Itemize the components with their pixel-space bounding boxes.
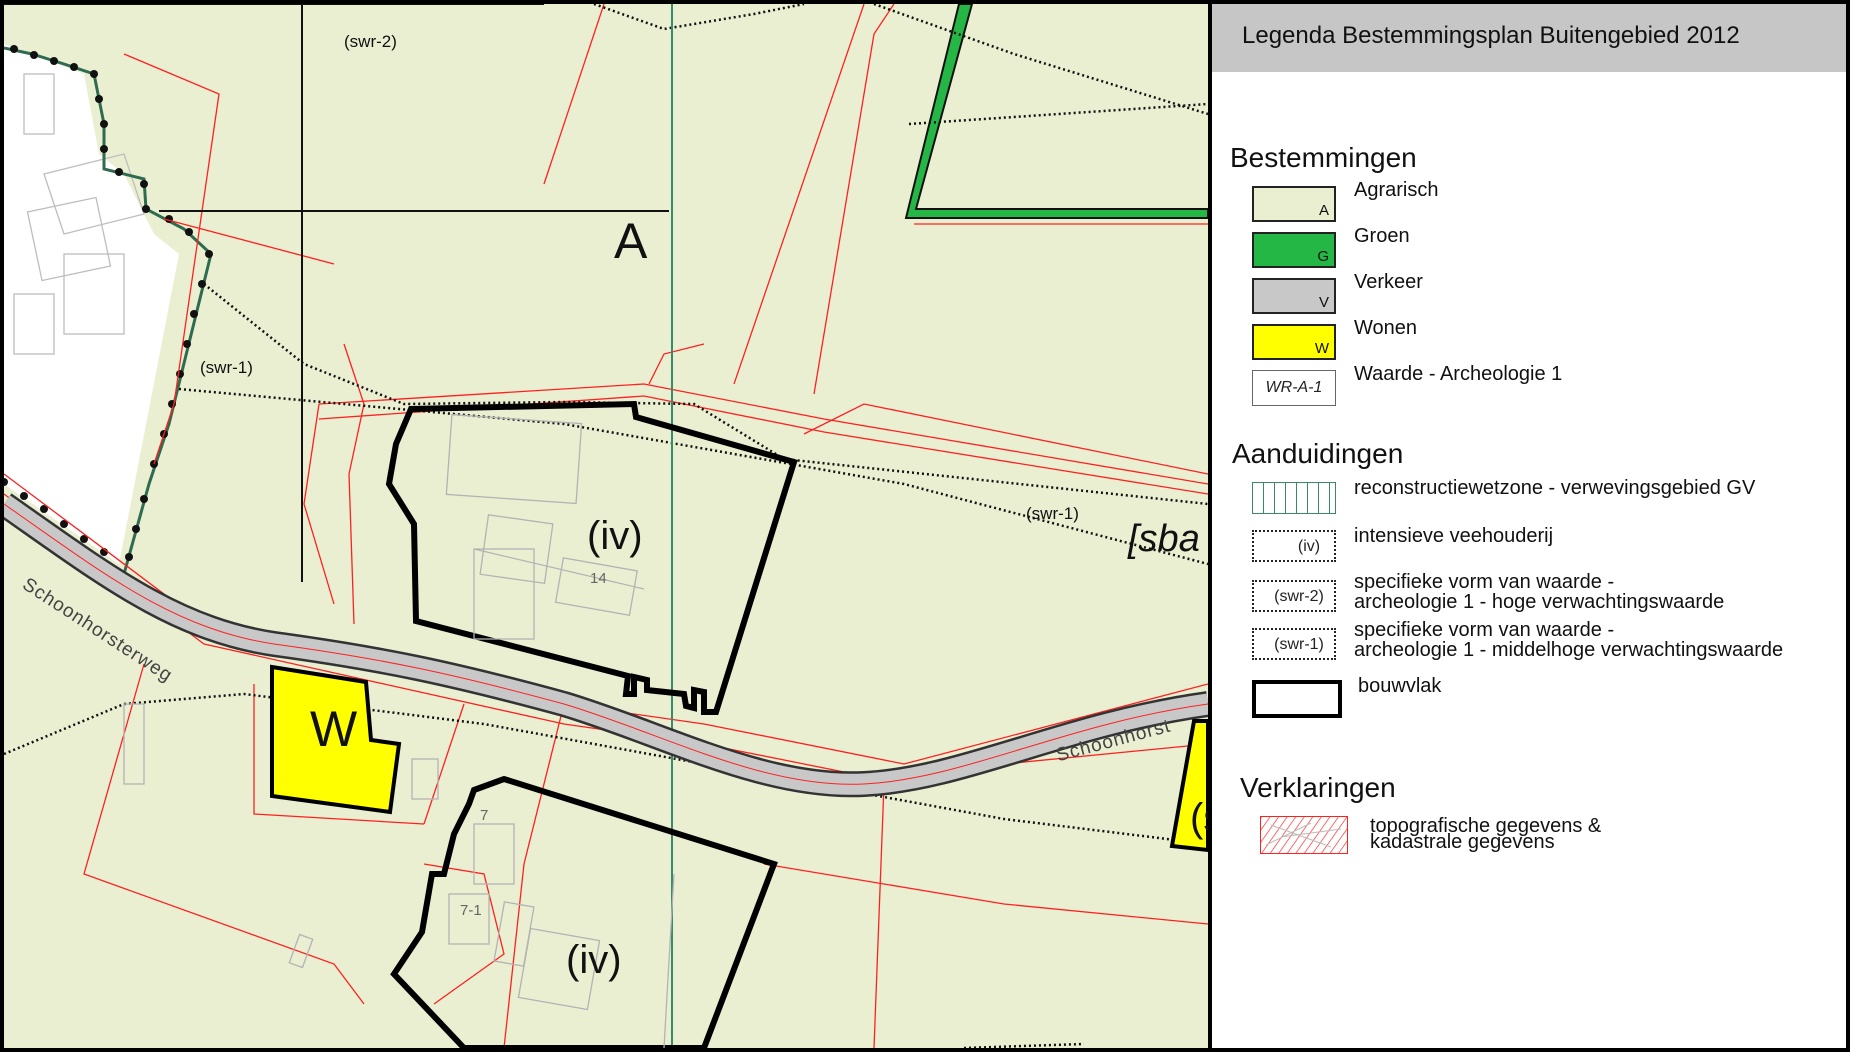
legend-label-groen: Groen <box>1354 225 1410 247</box>
legend-item-waarde-archeologie: WR-A-1 Waarde - Archeologie 1 <box>1232 364 1832 416</box>
legend-label-swr-2-line2: archeologie 1 - hoge verwachtingswaarde <box>1354 591 1725 613</box>
legend-item-swr-2: (swr-2) specifieke vorm van waarde - arc… <box>1232 572 1832 624</box>
legend-label-waarde-archeologie: Waarde - Archeologie 1 <box>1354 363 1563 385</box>
legend-item-agrarisch: A Agrarisch <box>1232 180 1832 232</box>
swatch-swr-1: (swr-1) <box>1252 628 1336 660</box>
legend-label-agrarisch: Agrarisch <box>1354 179 1439 201</box>
label-swr-2: (swr-2) <box>344 32 397 51</box>
legend-label-verklaringen-line2: kadastrale gegevens <box>1370 831 1555 853</box>
legend-title: Legenda Bestemmingsplan Buitengebied 201… <box>1242 22 1740 49</box>
legend-label-verkeer: Verkeer <box>1354 271 1423 293</box>
swatch-reconstructiewetzone <box>1252 482 1336 514</box>
legend-item-bouwvlak: bouwvlak <box>1232 676 1832 728</box>
label-house-7-1: 7-1 <box>460 902 482 919</box>
swatch-groen: G <box>1252 232 1336 268</box>
legend-label-reconstructiewetzone: reconstructiewetzone - verwevingsgebied … <box>1354 477 1756 499</box>
swatch-agrarisch: A <box>1252 186 1336 222</box>
label-sba: [sba <box>1128 518 1200 560</box>
label-house-14: 14 <box>590 570 607 587</box>
groen-strip <box>904 4 1208 219</box>
label-iv-bottom: (iv) <box>566 938 622 982</box>
swatch-kadaster <box>1260 816 1348 854</box>
legend-label-bouwvlak: bouwvlak <box>1358 675 1442 697</box>
legend-label-wonen: Wonen <box>1354 317 1418 339</box>
white-area <box>4 44 179 564</box>
legend-header: Legenda Bestemmingsplan Buitengebied 201… <box>1212 4 1846 72</box>
label-swr-1-right: (swr-1) <box>1026 504 1079 523</box>
label-wonen-w: W <box>310 701 358 757</box>
swatch-verkeer: V <box>1252 278 1336 314</box>
legend-label-swr-1-line1: specifieke vorm van waarde - <box>1354 619 1615 641</box>
legend-label-swr-1-line2: archeologie 1 - middelhoge verwachtingsw… <box>1354 639 1784 661</box>
label-swr-1-left: (swr-1) <box>200 358 253 377</box>
legend-item-verkeer: V Verkeer <box>1232 272 1832 324</box>
swatch-swr-2: (swr-2) <box>1252 580 1336 612</box>
swatch-waarde-archeologie: WR-A-1 <box>1252 370 1336 406</box>
map-canvas[interactable]: (swr-2) (swr-1) (swr-1) A (iv) (iv) 14 7… <box>4 4 1208 1048</box>
verklaringen-title: Verklaringen <box>1240 772 1396 803</box>
label-house-7: 7 <box>480 807 489 824</box>
legend-item-reconstructiewetzone: reconstructiewetzone - verwevingsgebied … <box>1232 478 1832 530</box>
legend-item-groen: G Groen <box>1232 226 1832 278</box>
label-wonen-right: (s <box>1190 796 1208 840</box>
label-bestemming-a: A <box>614 213 648 269</box>
legend-label-swr-2-line1: specifieke vorm van waarde - <box>1354 571 1615 593</box>
label-iv-top: (iv) <box>587 514 643 558</box>
aanduidingen-title: Aanduidingen <box>1232 438 1404 469</box>
bestemmingen-title: Bestemmingen <box>1230 142 1417 173</box>
bouwvlak-bottom <box>390 775 778 1048</box>
legend-item-swr-1: (swr-1) specifieke vorm van waarde - arc… <box>1232 620 1832 672</box>
swatch-wonen: W <box>1252 324 1336 360</box>
swatch-intensieve-veehouderij: (iv) <box>1252 530 1336 562</box>
legend-panel: Legenda Bestemmingsplan Buitengebied 201… <box>1212 4 1846 1048</box>
legend-label-intensieve-veehouderij: intensieve veehouderij <box>1354 525 1554 547</box>
swatch-bouwvlak <box>1252 680 1342 718</box>
legend-item-topografische-gegevens: topografische gegevens & kadastrale gege… <box>1232 816 1832 864</box>
